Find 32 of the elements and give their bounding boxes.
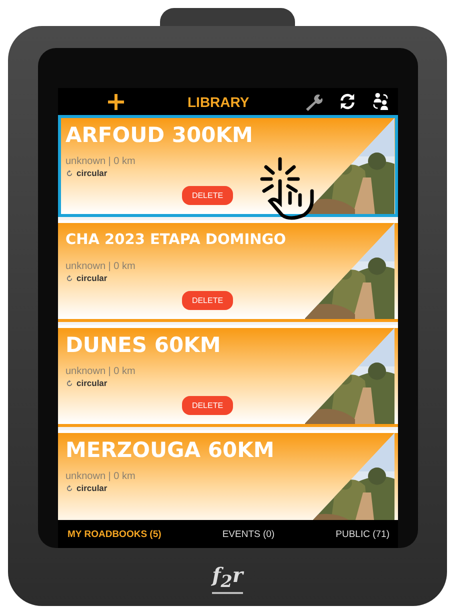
roadbook-meta: unknown | 0 km: [66, 156, 136, 167]
roadbook-card[interactable]: ARFOUD 300KM unknown | 0 km circular DELETE: [58, 115, 398, 217]
roadbook-meta: unknown | 0 km: [66, 471, 136, 482]
tab[interactable]: MY ROADBOOKS (5): [66, 526, 164, 542]
roadbook-title: ARFOUD 300KM: [66, 122, 254, 149]
delete-button[interactable]: DELETE: [182, 291, 234, 310]
wrench-icon[interactable]: [304, 92, 324, 112]
route-type: circular: [76, 483, 108, 493]
route-type: circular: [76, 168, 108, 178]
refresh-icon[interactable]: [338, 92, 356, 111]
logo: f$_{2}$r: [212, 564, 243, 594]
roadbook-card[interactable]: MERZOUGA 60KM unknown | 0 km circular: [58, 430, 398, 520]
tab[interactable]: EVENTS (0): [220, 526, 277, 542]
roadbook-meta: unknown | 0 km: [66, 366, 136, 377]
roadbook-card[interactable]: DUNES 60KM unknown | 0 km circular DELETE: [58, 325, 398, 427]
users-swap-icon[interactable]: [370, 92, 390, 111]
header-title: LIBRARY: [188, 94, 250, 110]
loop-icon: [66, 170, 72, 176]
roadbook-title: MERZOUGA 60KM: [66, 437, 276, 464]
plus-icon[interactable]: [108, 94, 124, 110]
roadbook-title: DUNES 60KM: [66, 332, 222, 359]
tab[interactable]: PUBLIC (71): [334, 526, 392, 542]
delete-button[interactable]: DELETE: [182, 396, 234, 415]
roadbook-card[interactable]: CHA 2023 ETAPA DOMINGO unknown | 0 km circular DELETE: [58, 220, 398, 322]
loop-icon: [66, 274, 72, 282]
roadbook-meta: unknown | 0 km: [66, 261, 136, 272]
delete-button[interactable]: DELETE: [182, 186, 234, 205]
roadbook-title: CHA 2023 ETAPA DOMINGO: [66, 231, 287, 250]
route-type: circular: [76, 378, 108, 388]
route-type: circular: [76, 273, 108, 283]
loop-icon: [66, 380, 72, 386]
loop-icon: [66, 484, 72, 492]
